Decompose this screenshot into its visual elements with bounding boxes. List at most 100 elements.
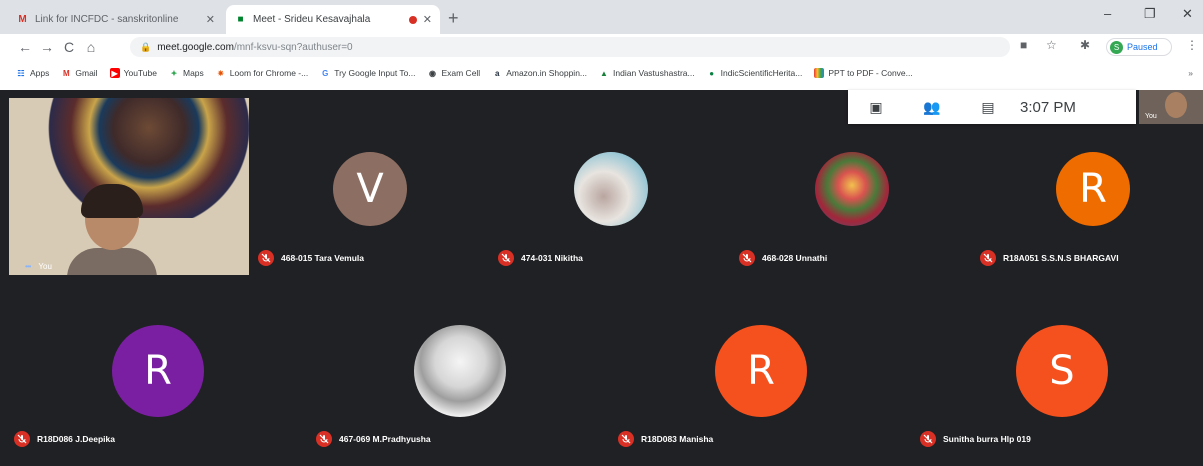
- mic-muted-icon: [980, 250, 996, 266]
- bookmark-label: Gmail: [75, 68, 98, 78]
- more-bookmarks-icon[interactable]: »: [1188, 68, 1193, 78]
- tab-gmail[interactable]: M Link for INCFDC - sanskritonline ✕: [8, 5, 223, 34]
- mic-muted-icon: [739, 250, 755, 266]
- menu-icon[interactable]: ⋮: [1186, 38, 1198, 52]
- participant-avatar: S: [1016, 325, 1108, 417]
- new-tab-button[interactable]: +: [448, 8, 459, 29]
- maps-icon: ✦: [170, 68, 178, 78]
- toolbar: ← → C ⌂ 🔒 meet.google.com /mnf-ksvu-sqn?…: [0, 34, 1203, 60]
- participant-nameplate: R18A051 S.S.N.S BHARGAVI: [980, 250, 1119, 266]
- mic-muted-icon: [618, 431, 634, 447]
- browser-chrome: M Link for INCFDC - sanskritonline ✕ ■ M…: [0, 0, 1203, 90]
- drive-icon: ▲: [600, 68, 608, 78]
- bookmark-loom[interactable]: ✷ Loom for Chrome -...: [216, 68, 308, 78]
- more-options-icon[interactable]: •••: [25, 262, 31, 271]
- bookmark-google-input[interactable]: G Try Google Input To...: [320, 68, 415, 78]
- meet-stage: ••• You ▣ 👥 ▤ 3:07 PM You V 468-015 Tara…: [0, 90, 1203, 466]
- bookmark-label: Amazon.in Shoppin...: [506, 68, 588, 78]
- recording-icon: [408, 15, 417, 24]
- mic-muted-icon: [920, 431, 936, 447]
- tab-title: Meet - Srideu Kesavajhala: [253, 14, 371, 25]
- amazon-icon: a: [494, 68, 500, 78]
- tab-title: Link for INCFDC - sanskritonline: [35, 14, 179, 25]
- bookmark-vastushastra[interactable]: ▲ Indian Vastushastra...: [599, 68, 695, 78]
- minimize-button[interactable]: –: [1104, 6, 1111, 21]
- bookmark-label: Maps: [182, 68, 204, 78]
- bookmark-label: IndicScientificHerita...: [720, 68, 803, 78]
- meet-icon: ■: [237, 14, 244, 25]
- profile-button[interactable]: S Paused: [1106, 38, 1172, 56]
- forward-button[interactable]: →: [36, 39, 58, 55]
- url-host: meet.google.com: [157, 41, 234, 53]
- people-icon[interactable]: 👥: [904, 99, 960, 116]
- self-name: You: [38, 262, 52, 271]
- chat-icon[interactable]: ▤: [960, 99, 1016, 116]
- url-path: /mnf-ksvu-sqn?authuser=0: [233, 41, 353, 53]
- loom-icon: ✷: [217, 68, 225, 78]
- participant-nameplate: R18D086 J.Deepika: [14, 431, 115, 447]
- bookmark-indic[interactable]: ● IndicScientificHerita...: [707, 68, 803, 78]
- participant-avatar: R: [112, 325, 204, 417]
- bookmark-label: YouTube: [123, 68, 157, 78]
- restore-button[interactable]: ❐: [1144, 6, 1156, 22]
- participant-nameplate: 474-031 Nikitha: [498, 250, 583, 266]
- back-button[interactable]: ←: [14, 39, 36, 55]
- captions-icon[interactable]: ▣: [848, 99, 904, 116]
- participant-name: R18D086 J.Deepika: [37, 434, 115, 444]
- gmail-icon: M: [63, 68, 70, 78]
- participant-nameplate: 467-069 M.Pradhyusha: [316, 431, 431, 447]
- bookmark-apps[interactable]: ☷ Apps: [16, 68, 49, 78]
- participant-nameplate: 468-028 Unnathi: [739, 250, 827, 266]
- self-video-tile[interactable]: ••• You: [9, 98, 249, 275]
- bookmark-exam-cell[interactable]: ◉ Exam Cell: [427, 68, 480, 78]
- mic-muted-icon: [258, 250, 274, 266]
- bookmark-gmail[interactable]: M Gmail: [61, 68, 98, 78]
- participant-name: 474-031 Nikitha: [521, 253, 583, 263]
- mic-muted-icon: [316, 431, 332, 447]
- home-button[interactable]: ⌂: [80, 39, 102, 55]
- profile-status: Paused: [1127, 42, 1158, 52]
- pdf-icon: [814, 68, 825, 78]
- bookmark-amazon[interactable]: a Amazon.in Shoppin...: [492, 68, 587, 78]
- reload-button[interactable]: C: [58, 39, 80, 55]
- self-video-image: [67, 184, 157, 275]
- camera-icon[interactable]: ■: [1020, 38, 1027, 52]
- self-pip-image: [1165, 92, 1187, 118]
- bookmark-label: PPT to PDF - Conve...: [828, 68, 913, 78]
- address-bar[interactable]: 🔒 meet.google.com /mnf-ksvu-sqn?authuser…: [130, 37, 1010, 57]
- participant-photo-avatar: [574, 152, 648, 226]
- participant-nameplate: R18D083 Manisha: [618, 431, 713, 447]
- participant-avatar: R: [1056, 152, 1130, 226]
- meet-top-bar: ▣ 👥 ▤ 3:07 PM: [848, 90, 1136, 124]
- participant-name: 468-015 Tara Vemula: [281, 253, 365, 263]
- tab-meet[interactable]: ■ Meet - Srideu Kesavajhala ✕: [226, 5, 440, 34]
- extensions-icon[interactable]: ✱: [1080, 38, 1090, 52]
- bookmark-label: Exam Cell: [441, 68, 481, 78]
- participant-nameplate: Sunitha burra Hlp 019: [920, 431, 1031, 447]
- bookmark-label: Loom for Chrome -...: [229, 68, 309, 78]
- youtube-icon: ▶: [109, 68, 120, 78]
- close-tab-icon[interactable]: ✕: [206, 13, 215, 26]
- bookmark-ppt-pdf[interactable]: PPT to PDF - Conve...: [814, 68, 913, 78]
- bookmark-youtube[interactable]: ▶ YouTube: [109, 68, 157, 78]
- gmail-icon: M: [18, 14, 27, 25]
- meeting-clock: 3:07 PM: [1020, 98, 1076, 116]
- participant-name: 467-069 M.Pradhyusha: [339, 434, 431, 444]
- close-tab-icon[interactable]: ✕: [423, 13, 432, 26]
- star-icon[interactable]: ☆: [1046, 38, 1057, 52]
- google-icon: G: [322, 68, 329, 78]
- participant-nameplate: 468-015 Tara Vemula: [258, 250, 364, 266]
- apps-icon: ☷: [17, 68, 25, 78]
- participant-name: R18A051 S.S.N.S BHARGAVI: [1003, 253, 1119, 263]
- participant-avatar: V: [333, 152, 407, 226]
- bookmark-maps[interactable]: ✦ Maps: [169, 68, 204, 78]
- mic-muted-icon: [498, 250, 514, 266]
- self-pip[interactable]: You: [1139, 90, 1203, 124]
- self-label: ••• You: [25, 262, 52, 271]
- close-window-button[interactable]: ✕: [1182, 6, 1193, 22]
- lock-icon: 🔒: [140, 41, 152, 52]
- globe-icon: ◉: [428, 68, 436, 78]
- bookmark-label: Try Google Input To...: [334, 68, 416, 78]
- bookmarks-bar: ☷ Apps M Gmail ▶ YouTube ✦ Maps ✷ Loom for Ch…: [0, 62, 1203, 84]
- avatar: S: [1110, 40, 1123, 54]
